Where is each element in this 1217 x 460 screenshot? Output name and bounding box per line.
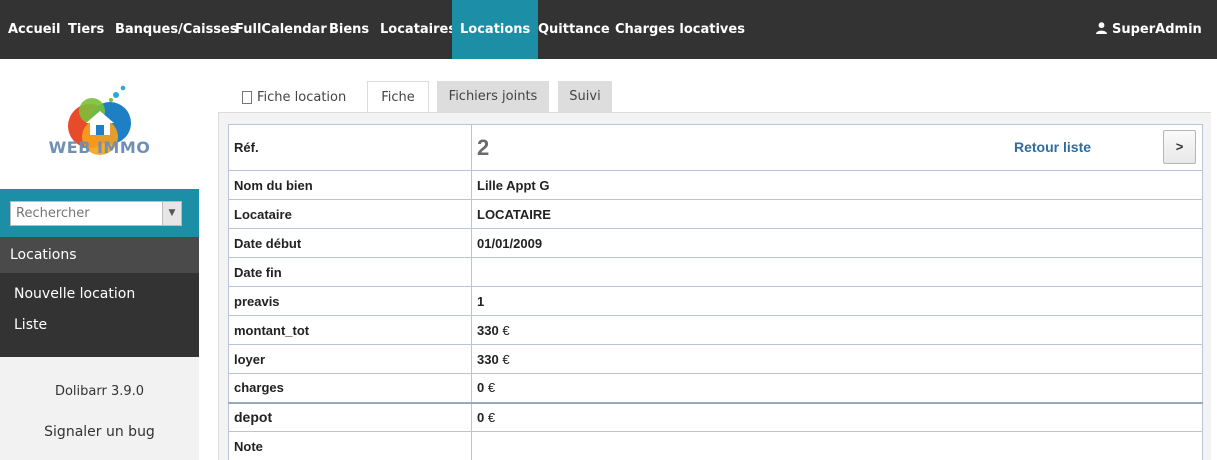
- tab-header: Fiche location: [242, 88, 346, 105]
- sidebar-footer: Dolibarr 3.9.0 Signaler un bug: [0, 357, 199, 460]
- currency-symbol: €: [502, 322, 510, 338]
- amount: 0: [477, 380, 485, 396]
- amount: 0: [477, 409, 485, 425]
- field-label: depot: [228, 401, 472, 432]
- logo-text: WEB IMMO: [48, 138, 151, 157]
- field-value: 01/01/2009: [471, 228, 1203, 258]
- nav-quittance[interactable]: Quittance: [538, 0, 610, 59]
- field-value-currency: 0 €: [471, 373, 1203, 403]
- back-to-list-link[interactable]: Retour liste: [1014, 139, 1091, 155]
- field-label: Nom du bien: [228, 170, 472, 200]
- next-record-button[interactable]: >: [1163, 130, 1196, 164]
- tab-suivi[interactable]: Suivi: [558, 81, 612, 112]
- search-input[interactable]: [10, 201, 164, 226]
- ref-label: Réf.: [228, 124, 472, 171]
- field-label: montant_tot: [228, 315, 472, 345]
- user-menu[interactable]: SuperAdmin: [1096, 0, 1202, 59]
- search-dropdown-button[interactable]: ▼: [162, 201, 182, 226]
- field-value: [471, 257, 1203, 287]
- table-row: Date fin: [228, 257, 1203, 287]
- field-value-currency: 330 €: [471, 344, 1203, 374]
- field-label: loyer: [228, 344, 472, 374]
- ref-value: 2: [477, 134, 490, 160]
- field-value: [471, 431, 1203, 460]
- amount: 330: [477, 322, 499, 338]
- sidebar-section-title: Locations: [0, 237, 199, 273]
- nav-banques-caisses[interactable]: Banques/Caisses: [115, 0, 238, 59]
- tab-fichiers-joints[interactable]: Fichiers joints: [437, 81, 549, 112]
- field-label: Locataire: [228, 199, 472, 229]
- nav-locataires[interactable]: Locataires: [380, 0, 456, 59]
- field-value: LOCATAIRE: [471, 199, 1203, 229]
- sidebar-link-nouvelle-location[interactable]: Nouvelle location: [14, 286, 135, 302]
- table-row: Date début 01/01/2009: [228, 228, 1203, 258]
- report-bug-link[interactable]: Signaler un bug: [0, 424, 199, 440]
- field-value-currency: 330 €: [471, 315, 1203, 345]
- nav-fullcalendar[interactable]: FullCalendar: [235, 0, 327, 59]
- field-label: Date fin: [228, 257, 472, 287]
- left-panel: WEB IMMO ▼ Locations Nouvelle location L…: [0, 59, 199, 460]
- top-navbar: Accueil Tiers Banques/Caisses FullCalend…: [0, 0, 1217, 59]
- sidebar-submenu: Nouvelle location Liste: [0, 273, 199, 357]
- table-row: charges 0 €: [228, 373, 1203, 403]
- field-label: preavis: [228, 286, 472, 316]
- table-row: preavis 1: [228, 286, 1203, 316]
- currency-symbol: €: [487, 380, 496, 396]
- table-row: depot 0 €: [228, 401, 1203, 432]
- field-value: 1: [471, 286, 1203, 316]
- tab-fiche[interactable]: Fiche: [367, 81, 429, 113]
- field-value-currency: 0 €: [471, 401, 1203, 432]
- table-row: loyer 330 €: [228, 344, 1203, 374]
- field-label: charges: [228, 373, 472, 403]
- ref-cell: 2 Retour liste >: [471, 124, 1203, 171]
- nav-accueil[interactable]: Accueil: [8, 0, 60, 59]
- field-value: Lille Appt G: [471, 170, 1203, 200]
- user-name: SuperAdmin: [1112, 22, 1202, 37]
- search-area: ▼: [0, 189, 199, 237]
- location-record-table: Réf. 2 Retour liste > Nom du bien Lille …: [228, 124, 1203, 460]
- nav-tiers[interactable]: Tiers: [68, 0, 104, 59]
- version-label: Dolibarr 3.9.0: [54, 384, 145, 399]
- table-row: Locataire LOCATAIRE: [228, 199, 1203, 229]
- table-row: montant_tot 330 €: [228, 315, 1203, 345]
- nav-charges-locatives[interactable]: Charges locatives: [615, 0, 745, 59]
- field-label: Note: [228, 431, 472, 460]
- table-row: Note: [228, 431, 1203, 460]
- tab-header-title: Fiche location: [257, 90, 347, 105]
- field-label: Date début: [228, 228, 472, 258]
- nav-biens[interactable]: Biens: [329, 0, 369, 59]
- currency-symbol: €: [487, 409, 496, 425]
- sidebar-link-liste[interactable]: Liste: [14, 317, 47, 333]
- currency-symbol: €: [502, 351, 510, 367]
- document-icon: [242, 91, 252, 104]
- table-row: Réf. 2 Retour liste >: [228, 124, 1203, 171]
- user-icon: [1096, 22, 1107, 34]
- nav-locations[interactable]: Locations: [452, 0, 539, 59]
- amount: 330: [477, 351, 499, 367]
- table-row: Nom du bien Lille Appt G: [228, 170, 1203, 200]
